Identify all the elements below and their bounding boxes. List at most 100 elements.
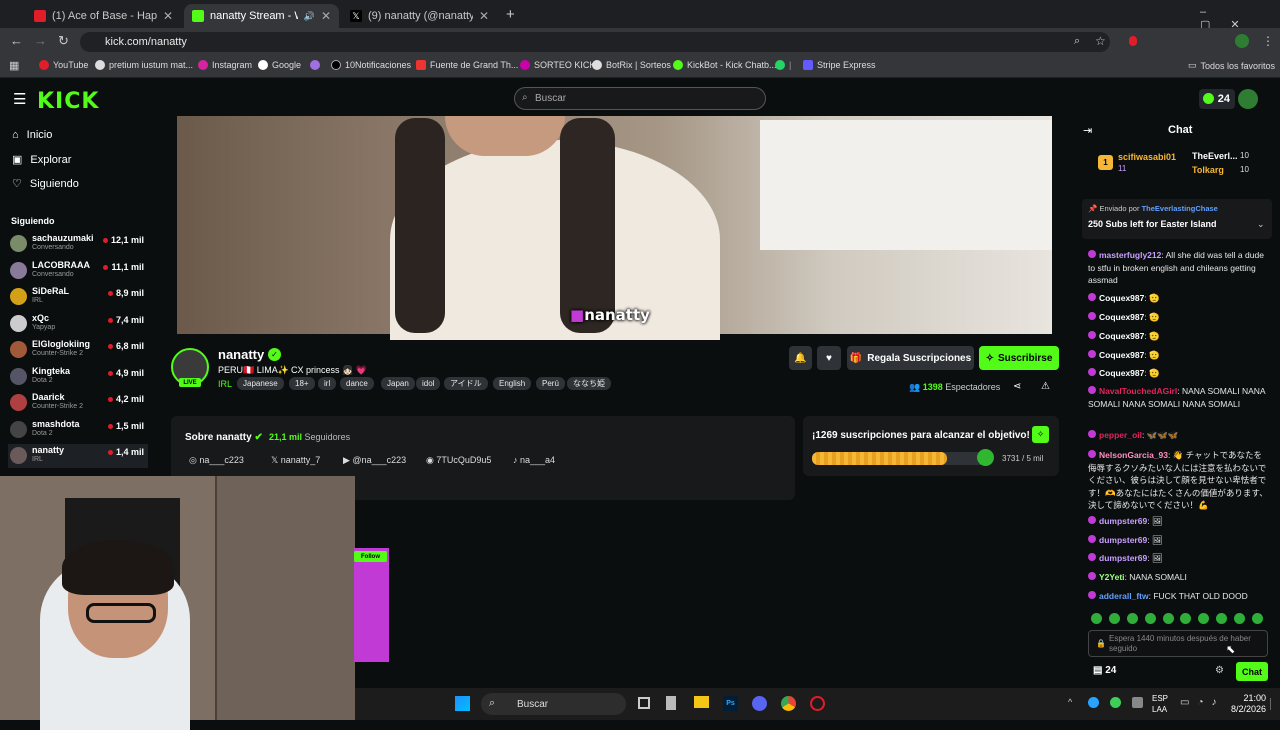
share-icon[interactable]: ⋖ [1013,381,1021,392]
tag[interactable]: 18+ [289,377,315,390]
close-icon[interactable]: ✕ [163,9,173,23]
bookmark-fuente[interactable]: Fuente de Grand Th... [416,60,518,70]
following-item[interactable]: xQc Yapyap 7,4 mil [8,312,148,336]
tag[interactable]: irl [318,377,337,390]
chat-username[interactable]: masterfugly212 [1099,250,1161,260]
chat-username[interactable]: Coquex987 [1099,368,1144,378]
apps-grid-icon[interactable]: ▦ [9,59,19,72]
tag[interactable]: Perú [536,377,565,390]
subscribe-button[interactable]: ✧ Suscribirse [979,346,1059,370]
tray-chevron-icon[interactable]: ^ [1068,697,1072,707]
emote-icon[interactable] [1144,613,1156,624]
forward-icon[interactable]: → [34,33,47,48]
taskbar-clock[interactable]: 21:00 8/2/2026 [1226,693,1266,715]
new-tab-button[interactable]: + [506,6,515,23]
bookmark-sorteo-kick[interactable]: SORTEO KICK [520,60,595,70]
social-tiktok[interactable]: ♪ na___a4 [513,455,555,465]
social-x[interactable]: 𝕏 nanatty_7 [271,455,320,466]
tag[interactable]: Japanese [237,377,284,390]
social-instagram[interactable]: ◎ na___c223 [189,455,244,466]
following-item[interactable]: SiDeRaL IRL 8,9 mil [8,285,148,309]
following-item[interactable]: Daarick Counter-Strike 2 4,2 mil [8,391,148,415]
tab-nanatty-stream[interactable]: nanatty Stream - Watch Liv 🔊 ✕ [184,4,339,28]
menu-kebab-icon[interactable]: ⋮ [1262,34,1274,48]
top-gifter-2-name[interactable]: TheEverl... [1192,151,1238,161]
user-avatar[interactable] [1238,89,1258,109]
nav-siguiendo[interactable]: ♡ Siguiendo [12,177,79,191]
chat-send-button[interactable]: Chat [1236,662,1268,681]
close-icon[interactable]: ✕ [479,9,489,23]
app-icon[interactable] [666,696,676,710]
tab-x-profile[interactable]: 𝕏 (9) nanatty (@nanatty_7) / X ✕ [342,4,497,28]
chat-username[interactable]: Coquex987 [1099,331,1144,341]
report-icon[interactable]: ⚠ [1041,381,1050,392]
chat-username[interactable]: dumpster69 [1099,553,1147,563]
speaker-icon[interactable]: 🔊 [304,11,315,22]
category-link[interactable]: IRL [218,379,232,389]
following-item[interactable]: smashdota Dota 2 1,5 mil [8,418,148,442]
following-item[interactable]: LACOBRAAA Conversando 11,1 mil [8,259,148,283]
reload-icon[interactable]: ↻ [58,33,69,49]
bookmark-whatsapp[interactable]: | [775,60,791,70]
chat-username[interactable]: dumpster69 [1099,516,1147,526]
following-item[interactable]: nanatty IRL 1,4 mil [8,444,148,468]
bookmark-youtube[interactable]: YouTube [39,60,88,70]
emote-icon[interactable] [1216,613,1228,624]
chat-username[interactable]: pepper_oil [1099,430,1142,440]
emote-icon[interactable] [1162,613,1174,624]
emote-icon[interactable] [1126,613,1138,624]
tag[interactable]: ななち姫 [567,377,611,390]
extension-icon[interactable] [1129,36,1137,46]
bookmark-kickbot[interactable]: KickBot - Kick Chatb... [673,60,777,70]
profile-avatar[interactable] [1235,34,1249,48]
tag[interactable]: Japan [381,377,415,390]
notification-bell-button[interactable]: 🔔 [789,346,812,370]
zoom-icon[interactable]: ⌕ [1074,35,1080,48]
social-discord[interactable]: ◉ 7TUcQuD9u5 [426,455,491,466]
emote-icon[interactable] [1091,613,1102,624]
emote-icon[interactable] [1234,613,1245,624]
tag[interactable]: dance [340,377,374,390]
chrome-icon[interactable] [781,696,796,711]
obs-icon[interactable] [810,696,825,711]
nav-explorar[interactable]: ▣ Explorar [12,153,71,167]
windows-start-icon[interactable] [455,696,470,711]
tag[interactable]: idol [416,377,441,390]
social-youtube[interactable]: ▶ @na___c223 [343,455,406,466]
chat-username[interactable]: adderall_ftw [1099,591,1149,601]
chat-username[interactable]: Coquex987 [1099,350,1144,360]
hamburger-menu-icon[interactable]: ☰ [13,90,26,108]
chat-username[interactable]: Coquex987 [1099,312,1144,322]
file-explorer-icon[interactable] [694,696,709,708]
bookmark-unnamed[interactable] [310,60,320,70]
bookmark-botrix[interactable]: BotRix | Sorteos [592,60,671,70]
chevron-down-icon[interactable]: ⌄ [1257,219,1265,230]
tray-status-icons[interactable]: ▭◔♪ [1180,697,1225,708]
chat-username[interactable]: NelsonGarcia_93 [1099,450,1168,460]
bookmark-instagram[interactable]: Instagram [198,60,252,70]
bookmark-google[interactable]: Google [258,60,301,70]
taskbar-search[interactable]: ⌕ Buscar [481,693,626,715]
close-icon[interactable]: ✕ [321,9,331,23]
nav-inicio[interactable]: ⌂ Inicio [12,129,52,141]
chat-points[interactable]: ▤ 24 [1093,665,1116,676]
task-view-icon[interactable] [638,697,650,709]
top-gifter-3-name[interactable]: Tolkarg [1192,165,1224,175]
input-language[interactable]: ESP LAA [1152,693,1168,715]
bookmark-pretium[interactable]: pretium iustum mat... [95,60,193,70]
emote-icon[interactable] [1180,613,1192,624]
back-icon[interactable]: ← [10,33,23,48]
bookmark-star-icon[interactable]: ☆ [1095,34,1106,48]
emote-icon[interactable] [1251,613,1263,624]
tag[interactable]: English [493,377,532,390]
settings-gear-icon[interactable]: ⚙ [1215,665,1224,676]
chat-username[interactable]: Y2Yeti [1099,572,1125,582]
channel-points-badge[interactable]: 24 [1199,89,1235,109]
chat-input[interactable]: 🔒 Espera 1440 minutos después de haber s… [1088,630,1268,657]
tray-app-icon[interactable] [1110,697,1121,708]
following-item[interactable]: sachauzumaki Conversando 12,1 mil [8,232,148,256]
collapse-chat-icon[interactable]: ⇥ [1083,124,1092,137]
tray-app-icon[interactable] [1132,697,1143,708]
tray-app-icon[interactable] [1088,697,1099,708]
emote-icon[interactable] [1198,613,1210,624]
